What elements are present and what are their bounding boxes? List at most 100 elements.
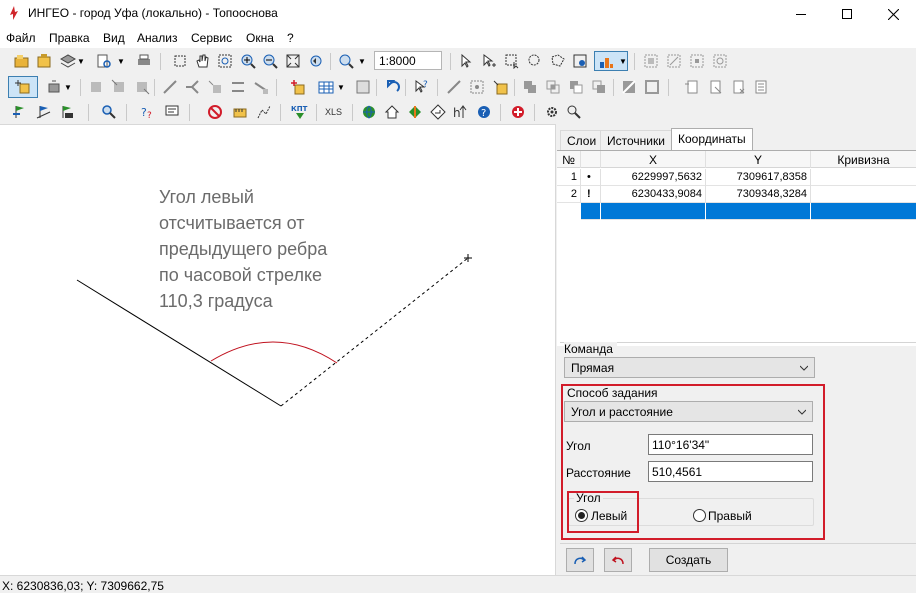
flag-area-icon[interactable] (59, 104, 75, 120)
angle-input[interactable]: 110°16'34" (648, 434, 813, 455)
search-settings-icon[interactable] (566, 104, 582, 120)
menu-file[interactable]: Файл (6, 31, 36, 45)
scale-field[interactable]: 1:8000 (374, 51, 442, 70)
knp-download-icon[interactable]: КПТ (290, 104, 310, 120)
column-header-curvature[interactable]: Кривизна (811, 151, 916, 168)
column-header-y[interactable]: Y (706, 151, 811, 168)
zoom-previous-icon[interactable] (308, 53, 324, 69)
menu-view[interactable]: Вид (103, 31, 125, 45)
menu-help[interactable]: ? (287, 31, 294, 45)
xor-icon[interactable] (591, 79, 607, 95)
extend-icon[interactable] (253, 79, 269, 95)
minimize-button[interactable] (778, 0, 824, 28)
edit-object-icon[interactable] (46, 79, 62, 95)
close-button[interactable] (870, 0, 916, 28)
dropdown-arrow-icon[interactable]: ▼ (117, 57, 133, 73)
dropdown-arrow-icon[interactable]: ▼ (77, 57, 93, 73)
zoom-frame-icon[interactable] (217, 53, 233, 69)
select-rect-icon[interactable] (504, 53, 520, 69)
open-project-icon[interactable] (36, 53, 52, 69)
measure-icon[interactable] (232, 104, 248, 120)
menu-analysis[interactable]: Анализ (137, 31, 178, 45)
dropdown-arrow-icon[interactable]: ▼ (337, 83, 353, 99)
scale-zoom-icon[interactable] (338, 53, 354, 69)
menu-windows[interactable]: Окна (246, 31, 274, 45)
radio-left[interactable] (575, 509, 588, 522)
table-row-new[interactable] (557, 203, 916, 220)
create-button[interactable]: Создать (649, 548, 728, 572)
frame-icon[interactable] (644, 79, 660, 95)
table-icon[interactable] (318, 79, 334, 95)
properties-icon[interactable] (355, 79, 371, 95)
split-icon[interactable] (162, 79, 178, 95)
layers-icon[interactable] (60, 53, 76, 69)
undo-icon[interactable] (385, 79, 401, 95)
color-picker-icon[interactable] (407, 104, 423, 120)
style-dropdown-button[interactable]: ▼ (594, 51, 628, 71)
document-delete-icon[interactable] (730, 79, 746, 95)
row-x[interactable] (601, 203, 706, 220)
snap-object-icon[interactable] (492, 79, 508, 95)
intersect-icon[interactable] (545, 79, 561, 95)
snap-line-icon[interactable] (446, 79, 462, 95)
tab-layers[interactable]: Слои (560, 130, 604, 150)
dropdown-arrow-icon[interactable]: ▼ (64, 83, 80, 99)
redo-button[interactable] (566, 548, 594, 572)
print-preview-icon[interactable] (96, 53, 112, 69)
command-combobox[interactable]: Прямая (564, 357, 815, 378)
row-curvature[interactable] (811, 203, 916, 220)
document-edit-icon[interactable] (707, 79, 723, 95)
vertex-edit-icon[interactable] (88, 79, 104, 95)
row-y[interactable] (706, 203, 811, 220)
table-row[interactable]: 2 ! 6230433,9084 7309348,3284 (557, 186, 916, 203)
table-row[interactable]: 1 • 6229997,5632 7309617,8358 (557, 169, 916, 186)
radio-right[interactable] (693, 509, 706, 522)
group-copy-icon[interactable] (689, 53, 705, 69)
report-icon[interactable] (164, 104, 180, 120)
menu-edit[interactable]: Правка (49, 31, 90, 45)
group-rotate-icon[interactable] (712, 53, 728, 69)
row-y[interactable]: 7309348,3284 (706, 186, 811, 203)
select-circle-icon[interactable] (527, 53, 543, 69)
merge-icon[interactable] (184, 79, 200, 95)
column-header-x[interactable]: X (601, 151, 706, 168)
row-x[interactable]: 6230433,9084 (601, 186, 706, 203)
offset-icon[interactable] (207, 79, 223, 95)
zoom-in-icon[interactable] (240, 53, 256, 69)
group-select-icon[interactable] (643, 53, 659, 69)
select-polygon-icon[interactable] (550, 53, 566, 69)
group-move-icon[interactable] (666, 53, 682, 69)
create-object-button[interactable] (8, 76, 38, 98)
xls-export-icon[interactable]: XLS (325, 107, 347, 123)
plugin-icon[interactable] (510, 104, 526, 120)
union-icon[interactable] (522, 79, 538, 95)
help-icon[interactable]: ? (476, 104, 492, 120)
undo-button[interactable] (604, 548, 632, 572)
select-add-icon[interactable] (481, 53, 497, 69)
prohibit-icon[interactable] (207, 104, 223, 120)
slope-icon[interactable] (621, 79, 637, 95)
home-icon[interactable] (384, 104, 400, 120)
pan-hand-icon[interactable] (194, 53, 210, 69)
row-curvature[interactable] (811, 186, 916, 203)
column-header-num[interactable]: № (557, 151, 581, 168)
row-x[interactable]: 6229997,5632 (601, 169, 706, 186)
tab-sources[interactable]: Источники (600, 130, 672, 150)
open-folder-icon[interactable] (14, 53, 30, 69)
method-combobox[interactable]: Угол и расстояние (564, 401, 813, 422)
navigation-icon[interactable] (430, 104, 446, 120)
globe-icon[interactable] (361, 104, 377, 120)
menu-service[interactable]: Сервис (191, 31, 232, 45)
query-icon[interactable]: ?? (140, 104, 156, 120)
distance-input[interactable]: 510,4561 (648, 461, 813, 482)
document-list-icon[interactable] (753, 79, 769, 95)
select-frame-icon[interactable] (172, 53, 188, 69)
print-icon[interactable] (136, 53, 152, 69)
settings-gear-icon[interactable] (544, 104, 560, 120)
document-copy-icon[interactable] (684, 79, 700, 95)
tab-coordinates[interactable]: Координаты (671, 128, 753, 151)
map-canvas[interactable]: Угол левый отсчитывается от предыдущего … (0, 124, 555, 575)
zoom-extent-icon[interactable] (285, 53, 301, 69)
row-curvature[interactable] (811, 169, 916, 186)
vertex-delete-icon[interactable] (134, 79, 150, 95)
